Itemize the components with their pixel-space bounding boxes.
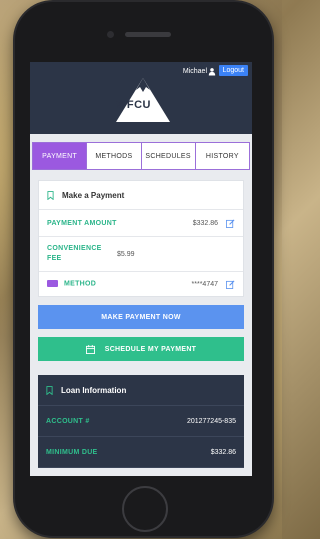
- make-payment-card: Make a Payment PAYMENT AMOUNT $332.86 CO…: [38, 180, 244, 297]
- schedule-payment-button[interactable]: SCHEDULE MY PAYMENT: [38, 337, 244, 361]
- payment-amount-value: $332.86: [192, 219, 218, 227]
- make-payment-button[interactable]: MAKE PAYMENT NOW: [38, 305, 244, 329]
- user-icon: [208, 68, 216, 76]
- tab-payment[interactable]: PAYMENT: [33, 143, 88, 169]
- schedule-payment-button-label: SCHEDULE MY PAYMENT: [104, 345, 197, 353]
- method-value: ****4747: [191, 280, 218, 288]
- card-icon: [47, 280, 58, 288]
- account-number-label: ACCOUNT #: [46, 417, 90, 425]
- convenience-fee-row: CONVENIENCE FEE $5.99: [39, 237, 243, 272]
- account-number-row: ACCOUNT # 201277245-835: [38, 406, 244, 437]
- make-payment-header: Make a Payment: [39, 181, 243, 210]
- make-payment-title: Make a Payment: [62, 190, 125, 200]
- payment-amount-row[interactable]: PAYMENT AMOUNT $332.86: [39, 210, 243, 237]
- calendar-icon: [85, 344, 95, 354]
- payment-amount-label: PAYMENT AMOUNT: [47, 219, 117, 227]
- logo-text: WFCU: [116, 99, 151, 111]
- user-name: Michael: [182, 68, 207, 75]
- front-camera: [107, 31, 114, 38]
- earpiece-speaker: [125, 32, 171, 37]
- account-number-value: 201277245-835: [186, 417, 236, 425]
- tab-bar: PAYMENT METHODS SCHEDULES HISTORY: [32, 142, 250, 170]
- loan-information-title: Loan Information: [61, 385, 127, 395]
- method-label: METHOD: [64, 280, 97, 288]
- minimum-due-row: MINIMUM DUE $332.86: [38, 437, 244, 468]
- bookmark-icon: [46, 385, 53, 395]
- tab-methods[interactable]: METHODS: [87, 143, 142, 169]
- convenience-fee-label: CONVENIENCE FEE: [47, 245, 102, 262]
- minimum-due-label: MINIMUM DUE: [46, 448, 98, 456]
- minimum-due-value: $332.86: [210, 448, 236, 456]
- home-button[interactable]: [122, 486, 168, 532]
- make-payment-button-label: MAKE PAYMENT NOW: [101, 313, 181, 321]
- tab-schedules[interactable]: SCHEDULES: [142, 143, 196, 169]
- loan-information-card: Loan Information ACCOUNT # 201277245-835…: [38, 375, 244, 468]
- logout-button[interactable]: Logout: [218, 65, 248, 76]
- edit-icon[interactable]: [226, 280, 235, 289]
- app-header: Michael Logout WFCU: [30, 62, 252, 134]
- convenience-fee-value: $5.99: [117, 250, 135, 258]
- bookmark-icon: [47, 190, 54, 200]
- method-row[interactable]: METHOD ****4747: [39, 272, 243, 296]
- app-screen: Michael Logout WFCU PAYMENT METHODS SCHE…: [30, 62, 252, 476]
- tab-history[interactable]: HISTORY: [196, 143, 249, 169]
- edit-icon[interactable]: [226, 219, 235, 228]
- loan-information-header: Loan Information: [38, 375, 244, 406]
- method-label-wrap: METHOD: [47, 280, 192, 288]
